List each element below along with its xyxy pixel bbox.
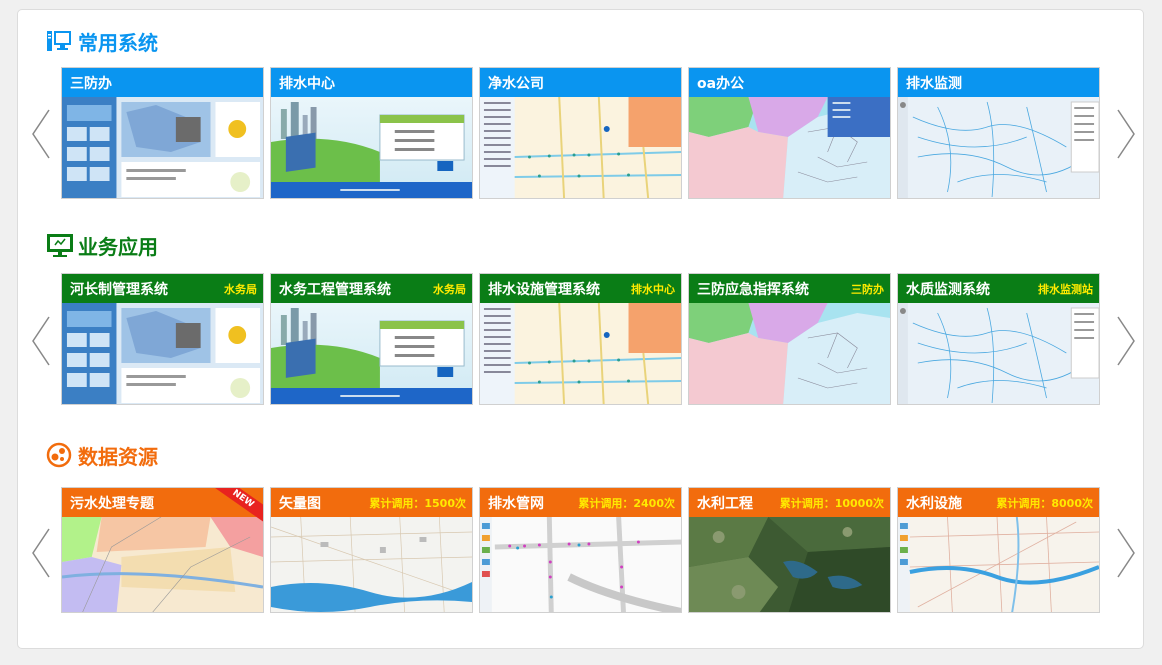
card-header: 排水中心 <box>271 68 472 97</box>
dashboard-screenshot <box>62 303 263 404</box>
card-tag: 三防办 <box>851 282 884 296</box>
card-title: 水务工程管理系统 <box>279 281 391 298</box>
next-arrow-button[interactable] <box>1114 108 1138 160</box>
network-map <box>480 517 681 612</box>
satellite-map <box>689 517 890 612</box>
card-tag: 累计调用：2400次 <box>578 496 675 510</box>
prev-arrow-button[interactable] <box>29 108 53 160</box>
system-card[interactable]: 排水中心 <box>270 67 473 199</box>
pipe-map-screenshot <box>480 97 681 198</box>
prev-arrow-button[interactable] <box>29 315 53 367</box>
card-title: oa办公 <box>697 75 745 92</box>
card-row: 三防办 排水中心 净水公司 oa办公 排水监测 <box>61 67 1100 199</box>
card-title: 排水管网 <box>488 495 544 512</box>
card-tag: 排水中心 <box>631 282 675 296</box>
login-screenshot <box>271 97 472 198</box>
dashboard-screenshot <box>62 97 263 198</box>
card-title: 三防应急指挥系统 <box>697 281 809 298</box>
vector-map <box>271 517 472 612</box>
app-card[interactable]: 排水设施管理系统 排水中心 <box>479 273 682 405</box>
system-card[interactable]: 排水监测 <box>897 67 1100 199</box>
computer-icon <box>46 28 72 54</box>
system-card[interactable]: 净水公司 <box>479 67 682 199</box>
card-header: 河长制管理系统 水务局 <box>62 274 263 303</box>
data-card[interactable]: 水利设施 累计调用：8000次 <box>897 487 1100 613</box>
river-map-screenshot <box>898 97 1099 198</box>
pipe-map-screenshot <box>480 303 681 404</box>
district-map-screenshot <box>689 97 890 198</box>
card-header: 排水监测 <box>898 68 1099 97</box>
monitor-icon <box>46 232 73 258</box>
card-header: 水利工程 累计调用：10000次 <box>689 488 890 517</box>
district-map-screenshot <box>689 303 890 404</box>
section-title-label: 数据资源 <box>78 444 158 469</box>
card-header: 排水管网 累计调用：2400次 <box>480 488 681 517</box>
card-title: 矢量图 <box>279 495 321 512</box>
section-title-label: 常用系统 <box>78 30 158 55</box>
card-row: 污水处理专题 NEW 矢量图 累计调用：1500次 排水管网 累计调用：2400次 <box>61 487 1100 613</box>
card-title: 排水设施管理系统 <box>488 281 600 298</box>
card-tag: 累计调用：10000次 <box>779 496 884 510</box>
data-icon <box>46 442 72 468</box>
card-title: 水质监测系统 <box>906 281 990 298</box>
app-card[interactable]: 三防应急指挥系统 三防办 <box>688 273 891 405</box>
section-title-label: 业务应用 <box>78 234 158 259</box>
next-arrow-button[interactable] <box>1114 315 1138 367</box>
login-screenshot <box>271 303 472 404</box>
card-title: 污水处理专题 <box>70 495 154 512</box>
app-card[interactable]: 河长制管理系统 水务局 <box>61 273 264 405</box>
card-header: 三防办 <box>62 68 263 97</box>
section-title: 业务应用 <box>46 230 158 260</box>
card-title: 排水中心 <box>279 75 335 92</box>
app-card[interactable]: 水质监测系统 排水监测站 <box>897 273 1100 405</box>
prev-arrow-button[interactable] <box>29 527 53 579</box>
card-header: 净水公司 <box>480 68 681 97</box>
card-title: 排水监测 <box>906 75 962 92</box>
card-header: oa办公 <box>689 68 890 97</box>
main-panel: 常用系统 三防办 排水中心 净水公司 oa办公 排水监测 业务应用 河长制管理系… <box>17 9 1144 649</box>
section-title: 常用系统 <box>46 26 158 56</box>
data-card[interactable]: 污水处理专题 NEW <box>61 487 264 613</box>
system-card[interactable]: oa办公 <box>688 67 891 199</box>
facility-map <box>898 517 1099 612</box>
card-row: 河长制管理系统 水务局 水务工程管理系统 水务局 排水设施管理系统 排水中心 三防应急… <box>61 273 1100 405</box>
card-header: 水利设施 累计调用：8000次 <box>898 488 1099 517</box>
river-map-screenshot <box>898 303 1099 404</box>
card-title: 三防办 <box>70 75 112 92</box>
next-arrow-button[interactable] <box>1114 527 1138 579</box>
card-title: 河长制管理系统 <box>70 281 168 298</box>
card-tag: 水务局 <box>433 282 466 296</box>
data-card[interactable]: 排水管网 累计调用：2400次 <box>479 487 682 613</box>
card-title: 水利工程 <box>697 495 753 512</box>
card-title: 水利设施 <box>906 495 962 512</box>
card-tag: 累计调用：8000次 <box>996 496 1093 510</box>
card-header: 矢量图 累计调用：1500次 <box>271 488 472 517</box>
card-header: 三防应急指挥系统 三防办 <box>689 274 890 303</box>
data-card[interactable]: 矢量图 累计调用：1500次 <box>270 487 473 613</box>
data-card[interactable]: 水利工程 累计调用：10000次 <box>688 487 891 613</box>
card-tag: 累计调用：1500次 <box>369 496 466 510</box>
color-region-map <box>62 517 263 612</box>
card-header: 水质监测系统 排水监测站 <box>898 274 1099 303</box>
card-header: 水务工程管理系统 水务局 <box>271 274 472 303</box>
card-header: 排水设施管理系统 排水中心 <box>480 274 681 303</box>
card-title: 净水公司 <box>488 75 544 92</box>
card-tag: 排水监测站 <box>1038 282 1093 296</box>
card-tag: 水务局 <box>224 282 257 296</box>
section-title: 数据资源 <box>46 440 158 470</box>
app-card[interactable]: 水务工程管理系统 水务局 <box>270 273 473 405</box>
system-card[interactable]: 三防办 <box>61 67 264 199</box>
